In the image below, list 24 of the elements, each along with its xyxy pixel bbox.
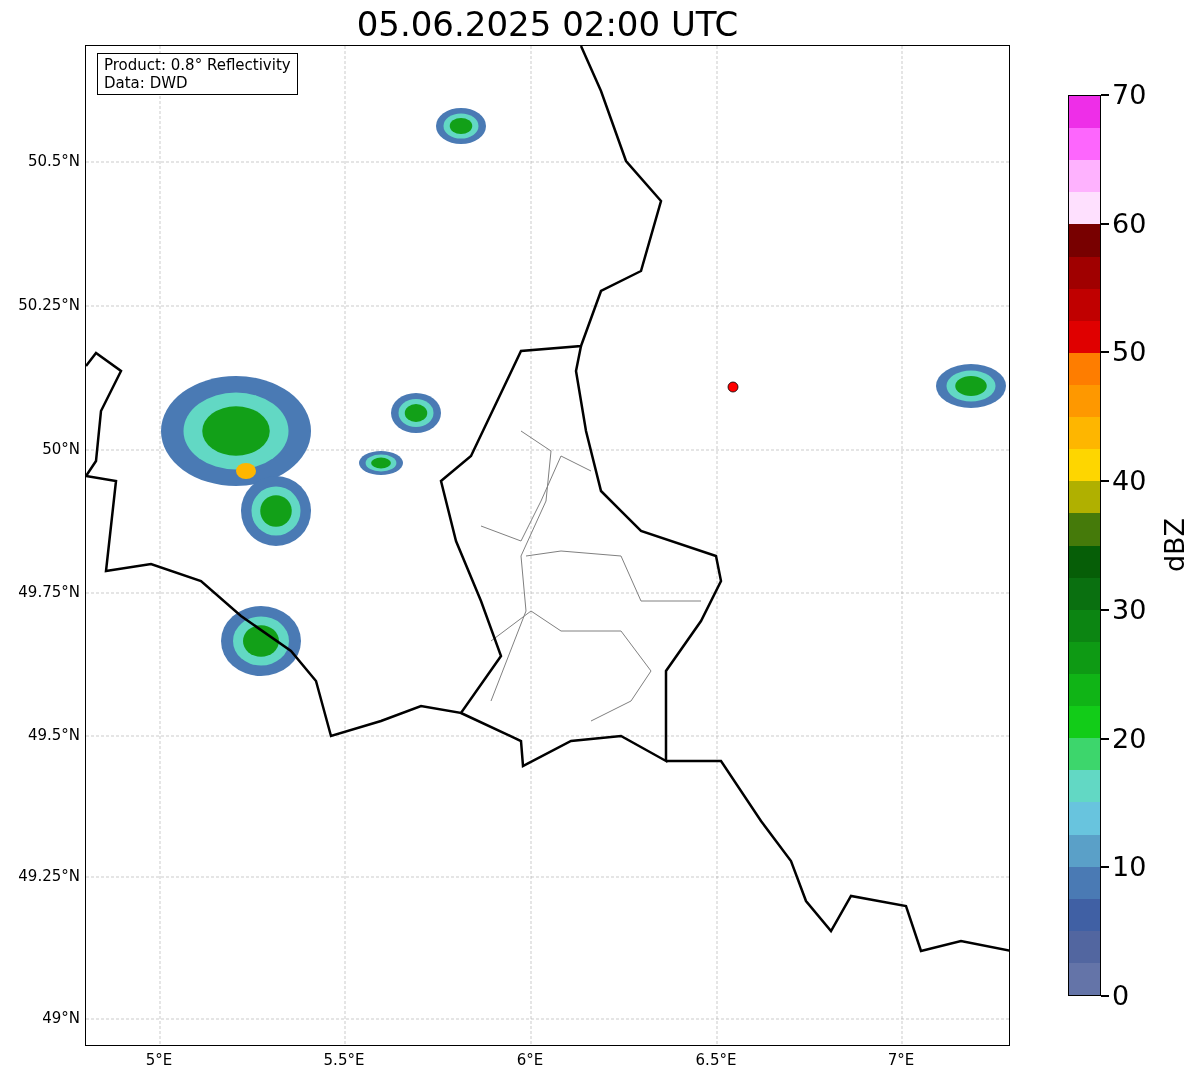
longitude-label: 7°E [886, 1051, 916, 1069]
latitude-label: 49.5°N [27, 726, 80, 744]
colorbar-tick-label: 40 [1112, 466, 1147, 497]
colorbar-tick-label: 70 [1112, 80, 1147, 110]
latitude-label: 50.25°N [18, 296, 80, 314]
latitude-label: 50.5°N [27, 152, 80, 170]
latitude-label: 49.75°N [18, 583, 80, 601]
latitude-label: 49°N [42, 1009, 80, 1027]
chart-title: 05.06.2025 02:00 UTC [355, 4, 740, 44]
latitude-label: 49.25°N [18, 867, 80, 885]
longitude-label: 5.5°E [322, 1051, 366, 1069]
longitude-label: 6.5°E [694, 1051, 738, 1069]
colorbar-tick-label: 50 [1112, 337, 1147, 368]
colorbar-tick-label: 10 [1112, 852, 1147, 883]
colorbar-label: dBZ [1160, 517, 1191, 573]
colorbar-tick-label: 20 [1112, 723, 1147, 754]
product-text: Product: 0.8° Reflectivity [104, 56, 291, 74]
latitude-label: 50°N [42, 440, 80, 458]
colorbar-tick-label: 60 [1112, 208, 1147, 239]
colorbar-tick-label: 0 [1112, 981, 1130, 1011]
colorbar-tick-label: 30 [1112, 594, 1147, 625]
longitude-label: 6°E [515, 1051, 545, 1069]
source-text: Data: DWD [104, 74, 189, 92]
longitude-label: 5°E [144, 1051, 174, 1069]
